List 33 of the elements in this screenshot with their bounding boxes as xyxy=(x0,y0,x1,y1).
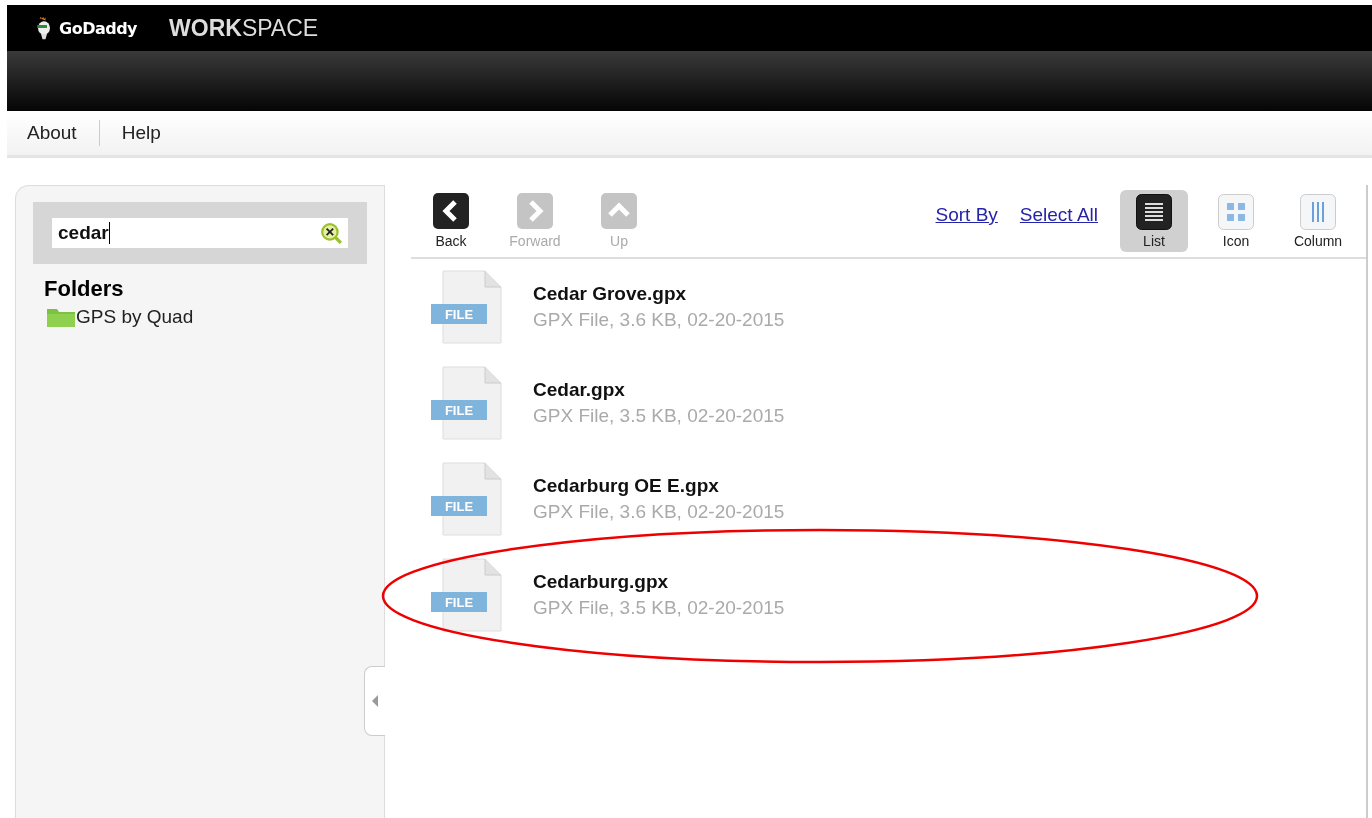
menu-item[interactable]: Help xyxy=(121,122,161,144)
toolbar-link[interactable]: Select All xyxy=(1019,204,1098,226)
file-details: GPX File, 3.5 KB, 02-20-2015 xyxy=(533,597,785,619)
file-type-label: FILE xyxy=(444,595,474,610)
product-logo: WORKSPACE xyxy=(169,14,319,42)
clear-search-icon[interactable] xyxy=(320,222,342,244)
file-details: GPX File, 3.6 KB, 02-20-2015 xyxy=(533,309,785,331)
file-name[interactable]: Cedar.gpx xyxy=(533,379,785,401)
view-button[interactable]: Icon xyxy=(1202,190,1270,252)
folder-icon[interactable] xyxy=(46,306,76,328)
search-field[interactable]: cedar xyxy=(52,218,348,248)
file-details: GPX File, 3.5 KB, 02-20-2015 xyxy=(533,405,785,427)
view-button[interactable]: Column xyxy=(1284,190,1352,252)
mascot-icon xyxy=(35,15,53,41)
file-type-label: FILE xyxy=(444,499,474,514)
brand-logo[interactable]: GoDaddy xyxy=(59,18,138,38)
list-icon xyxy=(1136,193,1172,230)
file-type-label: FILE xyxy=(444,307,474,322)
grid-icon xyxy=(1218,193,1254,230)
folder-item[interactable]: GPS by Quad xyxy=(76,306,194,328)
file-type-label: FILE xyxy=(444,403,474,418)
file-details: GPX File, 3.6 KB, 02-20-2015 xyxy=(533,501,785,523)
folders-heading: Folders xyxy=(44,276,125,302)
nav-button[interactable]: Back xyxy=(415,193,487,249)
menu-item[interactable]: About xyxy=(27,122,77,144)
toolbar-link[interactable]: Sort By xyxy=(935,204,998,226)
view-button[interactable]: List xyxy=(1120,190,1188,252)
file-name[interactable]: Cedarburg OE E.gpx xyxy=(533,475,785,497)
columns-icon xyxy=(1300,193,1336,230)
file-name[interactable]: Cedar Grove.gpx xyxy=(533,283,785,305)
collapse-handle[interactable] xyxy=(364,666,385,736)
collapse-arrow-icon xyxy=(370,694,380,708)
file-name[interactable]: Cedarburg.gpx xyxy=(533,571,785,593)
